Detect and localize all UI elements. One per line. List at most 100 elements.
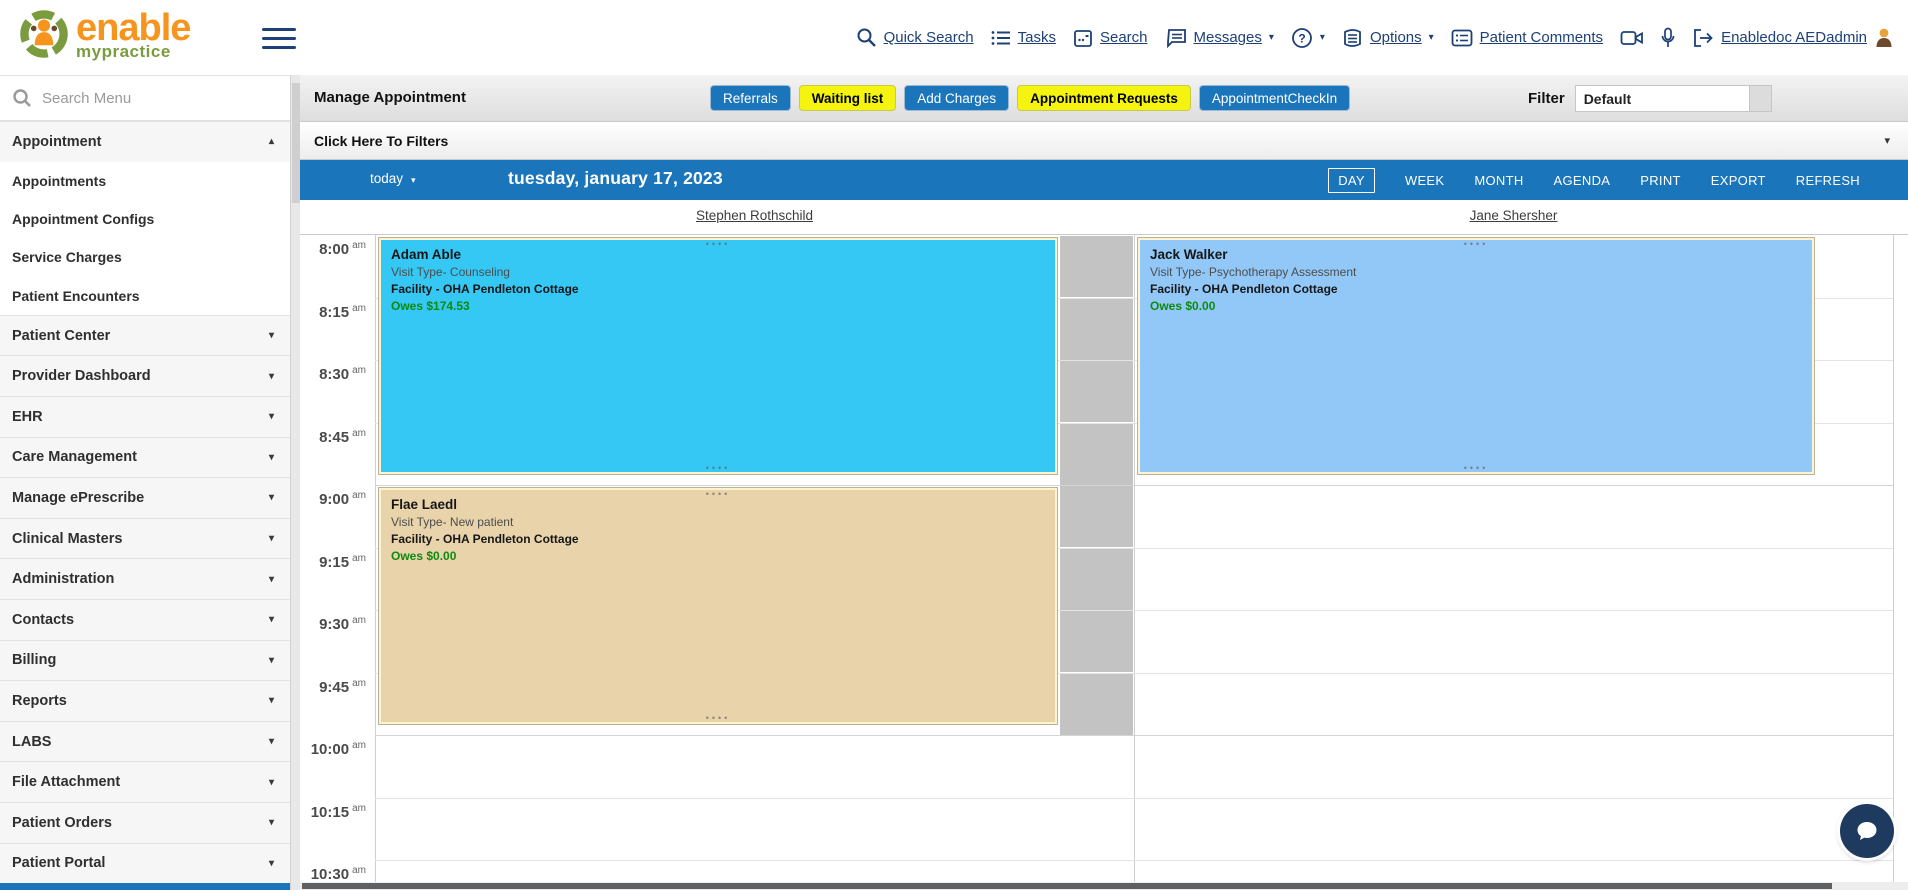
blocked-time-cell[interactable] [1060, 424, 1133, 485]
sidebar-section-contacts[interactable]: Contacts ▾ [0, 598, 290, 640]
nav-patient-comments[interactable]: Patient Comments [1451, 28, 1603, 48]
patient-name: Adam Able [391, 247, 462, 262]
view-switcher: DAY WEEK MONTH AGENDA PRINT EXPORT REFRESH [1328, 160, 1908, 200]
sidebar-item-appointments[interactable]: Appointments [0, 161, 290, 200]
view-export-button[interactable]: EXPORT [1711, 173, 1766, 188]
tasks-icon [991, 29, 1011, 47]
blocked-time-cell[interactable] [1060, 236, 1133, 297]
view-week-button[interactable]: WEEK [1405, 173, 1444, 188]
drag-handle-icon[interactable]: •••• [1138, 240, 1814, 249]
sidebar-item-patient-encounters[interactable]: Patient Encounters [0, 276, 290, 315]
chevron-down-icon: ▾ [268, 573, 274, 585]
today-button[interactable]: today ▾ [370, 171, 416, 186]
nav-label: Options [1369, 29, 1422, 46]
blocked-time-cell[interactable] [1060, 361, 1133, 422]
appointment-requests-button[interactable]: Appointment Requests [1017, 85, 1191, 111]
chat-button[interactable] [1840, 804, 1894, 858]
sidebar-section-clinical-masters[interactable]: Clinical Masters ▾ [0, 517, 290, 559]
sidebar-item-appointment-configs[interactable]: Appointment Configs [0, 199, 290, 239]
click-here-to-filters-bar[interactable]: Click Here To Filters ▾ [300, 122, 1908, 160]
owes-amount: Owes $174.53 [391, 299, 470, 313]
sidebar-section-patient-orders[interactable]: Patient Orders ▾ [0, 801, 290, 843]
provider-link-jane-shersher[interactable]: Jane Shersher [1134, 208, 1893, 223]
appointment-block-flae-laedl[interactable]: •••• Flae Laedl Visit Type- New patient Fac… [378, 487, 1058, 725]
appointmentcheckin-button[interactable]: AppointmentCheckIn [1198, 85, 1351, 111]
drag-handle-icon[interactable]: •••• [379, 240, 1057, 249]
referrals-button[interactable]: Referrals [710, 85, 791, 111]
nav-messages[interactable]: Messages ▾ [1165, 28, 1274, 48]
owes-amount: Owes $0.00 [1150, 299, 1216, 313]
enable-mypractice-logo[interactable]: enable mypractice [16, 6, 191, 62]
sidebar-section-patient-center[interactable]: Patient Center ▾ [0, 314, 290, 356]
appointment-block-adam-able[interactable]: •••• Adam Able Visit Type- Counseling Facil… [378, 237, 1058, 475]
blocked-time-cell[interactable] [1060, 299, 1133, 360]
sidebar-section-reports[interactable]: Reports ▾ [0, 680, 290, 721]
drag-handle-icon[interactable]: •••• [379, 490, 1057, 499]
blocked-time-cell[interactable] [1060, 674, 1133, 735]
menu-label: Administration [12, 571, 115, 588]
drag-handle-icon[interactable]: •••• [379, 464, 1057, 473]
nav-quick-search[interactable]: Quick Search [856, 27, 974, 48]
waiting-list-button[interactable]: Waiting list [798, 85, 897, 111]
appointment-block-jack-walker[interactable]: •••• Jack Walker Visit Type- Psychotherapy… [1137, 237, 1815, 475]
calendar-grid[interactable]: 8:00 am 8:15 am 8:30 am 8:45 am 9:00 am 9:15 am 9:30… [300, 235, 1908, 890]
blocked-time-cell[interactable] [1060, 486, 1133, 547]
sidebar-section-care-management[interactable]: Care Management ▾ [0, 436, 290, 478]
nav-video[interactable] [1620, 29, 1644, 47]
menu-label: Reports [12, 692, 67, 709]
blocked-time-cell[interactable] [1060, 611, 1133, 672]
menu-label: EHR [12, 408, 43, 425]
filter-dropdown-button[interactable] [1749, 85, 1772, 112]
sidebar-section-file-attachment[interactable]: File Attachment ▾ [0, 761, 290, 802]
horizontal-scrollbar[interactable] [300, 882, 1908, 890]
grid-row-line [375, 798, 1893, 799]
filter-input[interactable] [1574, 85, 1750, 112]
sidebar-section-appointment[interactable]: Appointment ▴ [0, 121, 290, 162]
sidebar-scrollbar[interactable] [290, 75, 300, 890]
view-print-button[interactable]: PRINT [1640, 173, 1681, 188]
nav-label: Patient Comments [1479, 29, 1604, 46]
sidebar-section-billing[interactable]: Billing ▾ [0, 639, 290, 681]
view-day-button[interactable]: DAY [1328, 167, 1375, 193]
nav-tasks[interactable]: Tasks [991, 29, 1056, 47]
search-menu-input[interactable] [42, 89, 252, 107]
visit-type: Visit Type- New patient [391, 515, 514, 529]
sidebar-section-labs[interactable]: LABS ▾ [0, 720, 290, 762]
chevron-down-icon: ▾ [268, 776, 274, 788]
sidebar-search[interactable] [0, 76, 290, 121]
grid-row-line [375, 485, 1893, 486]
sidebar-section-administration[interactable]: Administration ▾ [0, 558, 290, 599]
grid-column-divider [1134, 235, 1135, 890]
grid-gutter-line [375, 235, 376, 890]
sidebar-section-patient-portal[interactable]: Patient Portal ▾ [0, 842, 290, 884]
chevron-down-icon: ▾ [1268, 32, 1274, 43]
time-value: 9:45 [319, 679, 350, 696]
filter-label: Filter [1528, 90, 1565, 107]
drag-handle-icon[interactable]: •••• [1138, 464, 1814, 473]
sidebar-section-ehr[interactable]: EHR ▾ [0, 395, 290, 437]
drag-handle-icon[interactable]: •••• [379, 714, 1057, 723]
sidebar-section-manage-eprescribe[interactable]: Manage ePrescribe ▾ [0, 477, 290, 518]
hamburger-menu-icon[interactable] [262, 22, 296, 50]
view-agenda-button[interactable]: AGENDA [1554, 173, 1611, 188]
nav-help[interactable]: ? ▾ [1291, 27, 1325, 49]
nav-search[interactable]: Search [1073, 28, 1148, 48]
nav-options[interactable]: Options ▾ [1342, 28, 1434, 48]
view-month-button[interactable]: MONTH [1474, 173, 1523, 188]
add-charges-button[interactable]: Add Charges [904, 85, 1010, 111]
time-value: 8:30 [319, 366, 350, 383]
nav-label: Quick Search [883, 29, 974, 46]
time-value: 10:00 [310, 741, 350, 758]
sidebar: Appointment ▴ Appointments Appointment Conf… [0, 75, 290, 890]
view-refresh-button[interactable]: REFRESH [1796, 173, 1860, 188]
mic-icon [1661, 27, 1675, 49]
time-label-10-30: 10:30 am [300, 865, 366, 883]
provider-link-stephen-rothschild[interactable]: Stephen Rothschild [375, 208, 1134, 223]
time-value: 10:15 [310, 804, 350, 821]
chevron-down-icon: ▾ [411, 175, 416, 185]
nav-mic[interactable] [1661, 27, 1675, 49]
blocked-time-cell[interactable] [1060, 549, 1133, 610]
sidebar-section-provider-dashboard[interactable]: Provider Dashboard ▾ [0, 355, 290, 396]
nav-user[interactable]: Enabledoc AEDadmin [1692, 27, 1894, 49]
sidebar-item-service-charges[interactable]: Service Charges [0, 238, 290, 277]
